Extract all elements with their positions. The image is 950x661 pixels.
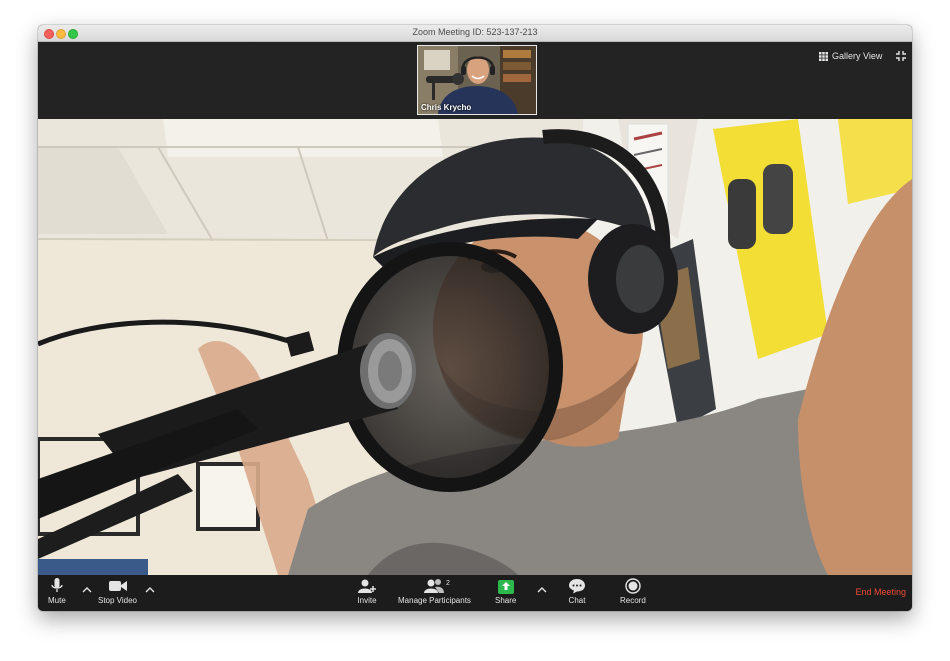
meeting-toolbar: Mute Stop Video Invite Manage Participan… — [38, 575, 912, 611]
record-button[interactable]: Record — [620, 578, 646, 605]
record-icon — [625, 578, 641, 594]
mute-label: Mute — [48, 596, 66, 605]
manage-participants-button[interactable]: Manage Participants — [398, 578, 471, 605]
add-person-icon — [358, 579, 376, 593]
exit-fullscreen-icon[interactable] — [896, 51, 906, 61]
chat-bubble-icon — [569, 579, 585, 594]
video-camera-icon — [108, 581, 127, 591]
chat-button[interactable]: Chat — [568, 578, 586, 605]
microphone-icon — [51, 578, 63, 592]
invite-button[interactable]: Invite — [357, 578, 377, 605]
chat-label: Chat — [568, 596, 586, 605]
zoom-window: Zoom Meeting ID: 523-137-213 Chris Krych… — [38, 25, 912, 611]
participant-count-badge: 2 — [446, 580, 450, 587]
share-button[interactable]: Share — [495, 578, 516, 605]
mute-button[interactable]: Mute — [48, 578, 66, 605]
audio-options-chevron-up-icon[interactable] — [81, 585, 93, 595]
gallery-view-label: Gallery View — [832, 51, 883, 61]
manage-participants-label: Manage Participants — [398, 596, 471, 605]
speaker-video-frame — [38, 119, 912, 575]
active-speaker-video — [38, 119, 912, 575]
video-options-chevron-up-icon[interactable] — [144, 585, 156, 595]
gallery-grid-icon — [819, 51, 828, 61]
record-label: Record — [620, 596, 646, 605]
share-options-chevron-up-icon[interactable] — [536, 585, 548, 595]
stop-video-label: Stop Video — [98, 596, 137, 605]
end-meeting-button[interactable]: End Meeting — [855, 587, 906, 597]
thumbnail-strip: Chris Krycho Gallery View — [38, 42, 912, 119]
share-screen-icon — [497, 580, 514, 594]
gallery-view-button[interactable]: Gallery View — [819, 48, 882, 64]
participant-thumbnail-name: Chris Krycho — [421, 103, 472, 112]
invite-label: Invite — [357, 596, 377, 605]
stop-video-button[interactable]: Stop Video — [98, 578, 137, 605]
title-bar: Zoom Meeting ID: 523-137-213 — [38, 25, 912, 42]
window-title: Zoom Meeting ID: 523-137-213 — [412, 27, 538, 37]
share-label: Share — [495, 596, 517, 605]
participants-icon — [424, 579, 445, 593]
participant-thumbnail[interactable]: Chris Krycho — [417, 45, 537, 115]
